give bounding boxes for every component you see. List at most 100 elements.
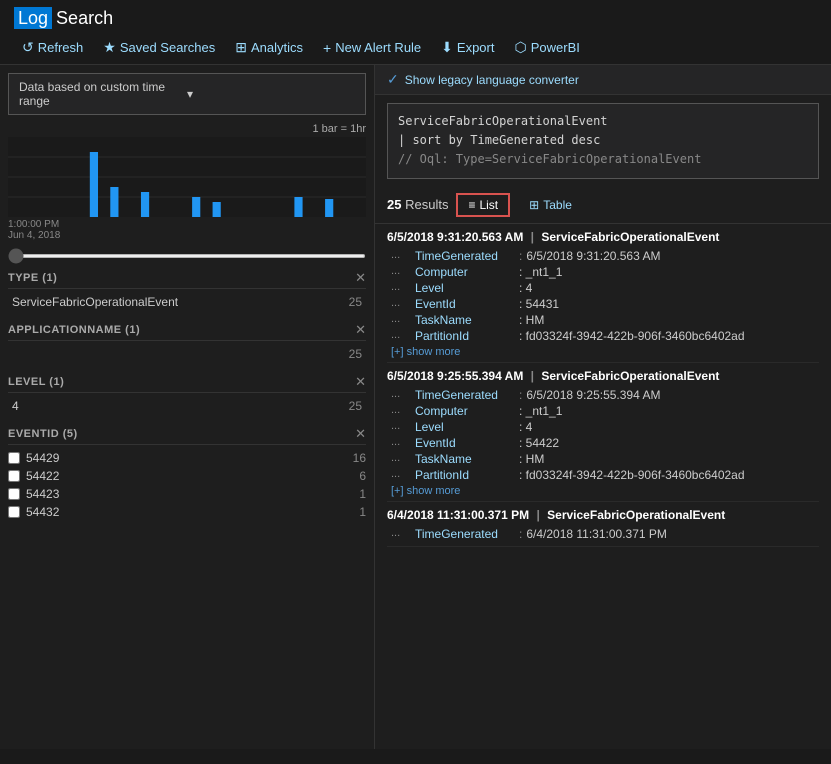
time-range-chevron-icon: ▾ — [187, 87, 355, 101]
result-field-1-0: ... TimeGenerated : 6/5/2018 9:25:55.394… — [387, 387, 819, 403]
table-view-button[interactable]: ⊞ Table — [518, 194, 583, 216]
chart-meta: 1 bar = 1hr — [8, 123, 366, 135]
query-line-1: ServiceFabricOperationalEvent — [398, 112, 808, 131]
toolbar: ↺ Refresh ★ Saved Searches ⊞ Analytics +… — [14, 35, 817, 60]
main-layout: Data based on custom time range ▾ › 1 ba… — [0, 65, 831, 749]
saved-searches-button[interactable]: ★ Saved Searches — [95, 35, 223, 60]
result-list: 6/5/2018 9:31:20.563 AM | ServiceFabricO… — [375, 224, 831, 749]
ellipsis-icon: ... — [391, 420, 411, 432]
powerbi-icon: ⬡ — [514, 39, 526, 56]
right-panel: ✓ Show legacy language converter Service… — [375, 65, 831, 749]
result-field-1-4: ... TaskName : HM — [387, 451, 819, 467]
result-field-0-5: ... PartitionId : fd03324f-3942-422b-906… — [387, 328, 819, 344]
query-line-3: // Oql: Type=ServiceFabricOperationalEve… — [398, 150, 808, 169]
result-field-1-2: ... Level : 4 — [387, 419, 819, 435]
filter-level-title: LEVEL (1) — [8, 376, 64, 388]
ellipsis-icon: ... — [391, 313, 411, 325]
ellipsis-icon: ... — [391, 527, 411, 539]
grid-icon: ⊞ — [235, 39, 247, 56]
filter-eventid-checkbox-3[interactable] — [8, 506, 20, 518]
legacy-check-icon: ✓ — [387, 71, 399, 88]
bar-chart — [8, 137, 366, 217]
filter-applicationname: APPLICATIONNAME (1) ✕ 25 — [8, 319, 366, 363]
filter-eventid-row-3: 54432 1 — [8, 503, 366, 521]
filter-eventid: EVENTID (5) ✕ 54429 16 54422 6 — [8, 423, 366, 521]
result-field-0-4: ... TaskName : HM — [387, 312, 819, 328]
results-header: 25 Results ≡ List ⊞ Table — [375, 187, 831, 224]
filter-type-row: ServiceFabricOperationalEvent 25 — [8, 293, 366, 311]
chart-area: 1 bar = 1hr — [0, 119, 374, 245]
app-title: LogSearch — [14, 8, 817, 29]
title-log: Log — [14, 7, 52, 29]
chart-date-label: 1:00:00 PM Jun 4, 2018 — [8, 219, 366, 241]
results-count: 25 Results — [387, 197, 448, 212]
time-slider[interactable] — [0, 245, 374, 267]
show-more-1[interactable]: [+] show more — [387, 483, 464, 499]
download-icon: ⬇ — [441, 39, 453, 56]
filter-appname-title: APPLICATIONNAME (1) — [8, 324, 140, 336]
export-button[interactable]: ⬇ Export — [433, 35, 502, 60]
ellipsis-icon: ... — [391, 452, 411, 464]
refresh-icon: ↺ — [22, 39, 34, 56]
filter-level-row: 4 25 — [8, 397, 366, 415]
filter-appname-row: 25 — [8, 345, 366, 363]
ellipsis-icon: ... — [391, 436, 411, 448]
result-item-1: 6/5/2018 9:25:55.394 AM | ServiceFabricO… — [387, 363, 819, 502]
list-icon: ≡ — [468, 198, 475, 212]
result-field-0-2: ... Level : 4 — [387, 280, 819, 296]
ellipsis-icon: ... — [391, 265, 411, 277]
filter-eventid-checkbox-0[interactable] — [8, 452, 20, 464]
filter-level-close[interactable]: ✕ — [355, 375, 366, 388]
time-range-dropdown[interactable]: Data based on custom time range ▾ — [8, 73, 366, 115]
query-editor[interactable]: ServiceFabricOperationalEvent | sort by … — [387, 103, 819, 179]
result-field-0-3: ... EventId : 54431 — [387, 296, 819, 312]
filter-eventid-checkbox-2[interactable] — [8, 488, 20, 500]
result-title-2: 6/4/2018 11:31:00.371 PM | ServiceFabric… — [387, 508, 819, 522]
filter-eventid-row-1: 54422 6 — [8, 467, 366, 485]
filter-eventid-title: EVENTID (5) — [8, 428, 78, 440]
chart-container — [8, 137, 366, 217]
filter-appname-close[interactable]: ✕ — [355, 323, 366, 336]
filter-eventid-checkbox-1[interactable] — [8, 470, 20, 482]
result-field-1-1: ... Computer : _nt1_1 — [387, 403, 819, 419]
time-range-slider[interactable] — [8, 254, 366, 258]
filter-type-title: TYPE (1) — [8, 272, 57, 284]
star-icon: ★ — [103, 39, 116, 56]
filter-level: LEVEL (1) ✕ 4 25 — [8, 371, 366, 415]
list-view-button[interactable]: ≡ List — [456, 193, 510, 217]
result-item-0: 6/5/2018 9:31:20.563 AM | ServiceFabricO… — [387, 224, 819, 363]
plus-icon: + — [323, 40, 331, 56]
result-field-2-0: ... TimeGenerated : 6/4/2018 11:31:00.37… — [387, 526, 819, 542]
ellipsis-icon: ... — [391, 281, 411, 293]
filter-eventid-row-2: 54423 1 — [8, 485, 366, 503]
ellipsis-icon: ... — [391, 329, 411, 341]
filter-eventid-close[interactable]: ✕ — [355, 427, 366, 440]
ellipsis-icon: ... — [391, 404, 411, 416]
left-panel: Data based on custom time range ▾ › 1 ba… — [0, 65, 375, 749]
legacy-converter-bar: ✓ Show legacy language converter — [375, 65, 831, 95]
refresh-button[interactable]: ↺ Refresh — [14, 35, 91, 60]
analytics-button[interactable]: ⊞ Analytics — [227, 35, 311, 60]
ellipsis-icon: ... — [391, 388, 411, 400]
ellipsis-icon: ... — [391, 468, 411, 480]
show-more-0[interactable]: [+] show more — [387, 344, 464, 360]
table-icon: ⊞ — [529, 198, 539, 212]
result-field-0-1: ... Computer : _nt1_1 — [387, 264, 819, 280]
ellipsis-icon: ... — [391, 297, 411, 309]
result-field-1-5: ... PartitionId : fd03324f-3942-422b-906… — [387, 467, 819, 483]
filters-panel: TYPE (1) ✕ ServiceFabricOperationalEvent… — [0, 267, 374, 749]
query-line-2: | sort by TimeGenerated desc — [398, 131, 808, 150]
result-field-1-3: ... EventId : 54422 — [387, 435, 819, 451]
header: LogSearch ↺ Refresh ★ Saved Searches ⊞ A… — [0, 0, 831, 65]
ellipsis-icon: ... — [391, 249, 411, 261]
powerbi-button[interactable]: ⬡ PowerBI — [506, 35, 587, 60]
result-title-0: 6/5/2018 9:31:20.563 AM | ServiceFabricO… — [387, 230, 819, 244]
result-field-0-0: ... TimeGenerated : 6/5/2018 9:31:20.563… — [387, 248, 819, 264]
filter-type-close[interactable]: ✕ — [355, 271, 366, 284]
new-alert-button[interactable]: + New Alert Rule — [315, 36, 429, 60]
result-item-2: 6/4/2018 11:31:00.371 PM | ServiceFabric… — [387, 502, 819, 547]
filter-type: TYPE (1) ✕ ServiceFabricOperationalEvent… — [8, 267, 366, 311]
result-title-1: 6/5/2018 9:25:55.394 AM | ServiceFabricO… — [387, 369, 819, 383]
legacy-label: Show legacy language converter — [405, 73, 579, 87]
filter-eventid-row-0: 54429 16 — [8, 449, 366, 467]
